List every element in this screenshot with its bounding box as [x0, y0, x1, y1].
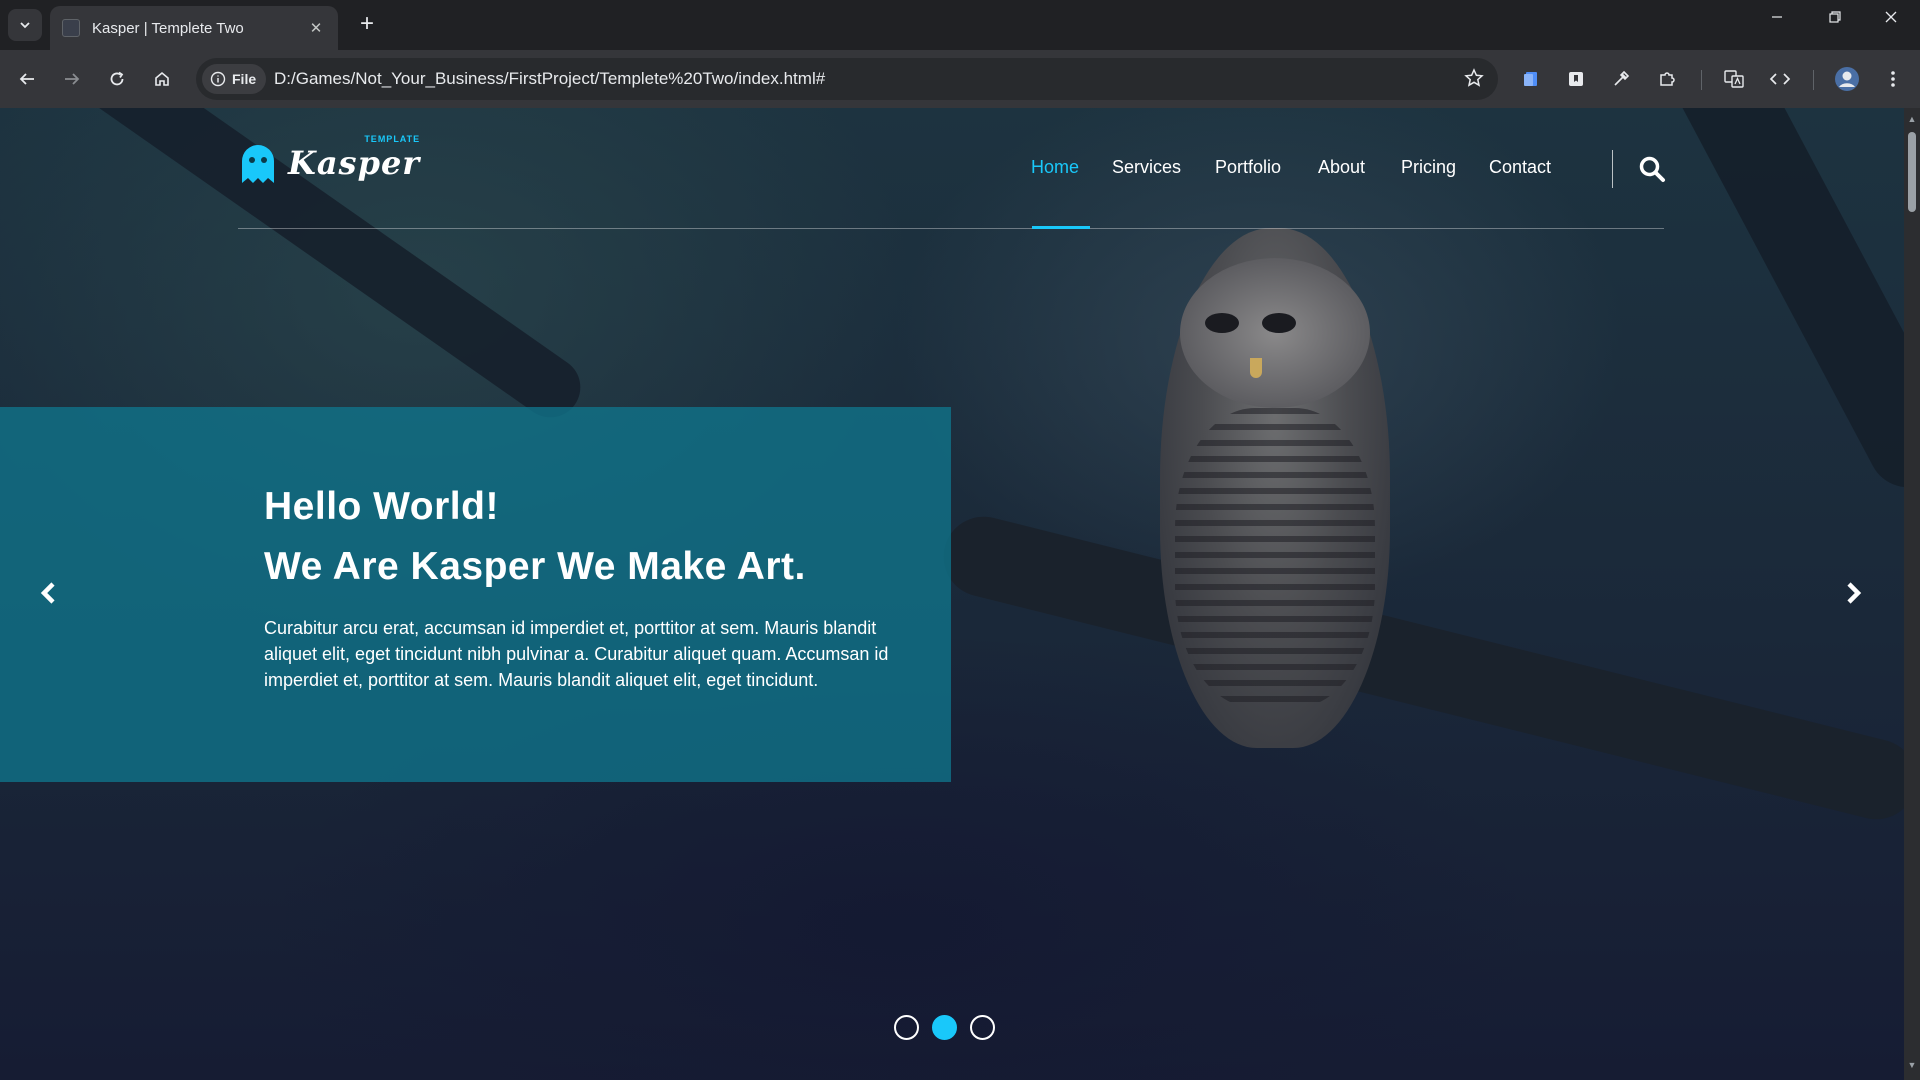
nav-home[interactable]: Home — [1031, 157, 1079, 178]
site-chip-label: File — [232, 71, 257, 87]
reload-button[interactable] — [100, 62, 134, 96]
eyedropper-icon — [1614, 70, 1630, 86]
scroll-down-arrow[interactable]: ▼ — [1907, 1060, 1917, 1070]
profile-button[interactable] — [1834, 66, 1860, 92]
bookmark-icon — [1569, 72, 1583, 86]
browser-toolbar: File D:/Games/Not_Your_Business/FirstPro… — [0, 50, 1920, 108]
window-close-button[interactable] — [1866, 10, 1916, 40]
window-minimize-button[interactable] — [1752, 10, 1802, 40]
owl-beak — [1250, 358, 1262, 378]
new-tab-button[interactable]: + — [352, 10, 382, 40]
active-nav-indicator — [1032, 226, 1090, 229]
extension-reader-button[interactable] — [1563, 66, 1589, 92]
owl-eye — [1205, 313, 1239, 333]
tab-search-button[interactable] — [8, 9, 42, 41]
owl-face — [1180, 258, 1370, 408]
favicon-icon — [62, 19, 80, 37]
slider-prev-button[interactable] — [34, 578, 64, 608]
owl-eye — [1262, 313, 1296, 333]
slider-next-button[interactable] — [1838, 578, 1868, 608]
star-icon — [1464, 68, 1484, 87]
document-icon — [1524, 72, 1537, 86]
nav-contact[interactable]: Contact — [1489, 157, 1551, 178]
extension-eyedropper-button[interactable] — [1608, 66, 1634, 92]
tab-title: Kasper | Templete Two — [92, 19, 244, 37]
slide-heading-line-2: We Are Kasper We Make Art. — [264, 545, 806, 588]
nav-about[interactable]: About — [1318, 157, 1365, 178]
scrollbar-thumb[interactable] — [1908, 132, 1916, 212]
close-icon — [1885, 11, 1897, 23]
address-bar[interactable]: File D:/Games/Not_Your_Business/FirstPro… — [196, 58, 1498, 100]
info-icon — [210, 71, 226, 87]
slide-heading: Hello World! We Are Kasper We Make Art. — [264, 477, 806, 597]
search-icon — [1639, 156, 1665, 182]
chevron-right-icon — [1847, 582, 1862, 604]
slide-heading-line-1: Hello World! — [264, 485, 499, 528]
browser-tab[interactable]: Kasper | Templete Two ✕ — [50, 6, 338, 50]
slider-bullets — [894, 1015, 995, 1040]
slide-description: Curabitur arcu erat, accumsan id imperdi… — [264, 618, 889, 690]
bookmark-star-button[interactable] — [1464, 68, 1484, 93]
browser-tab-bar: Kasper | Templete Two ✕ + — [0, 0, 1920, 50]
nav-portfolio[interactable]: Portfolio — [1215, 157, 1281, 178]
puzzle-icon — [1660, 72, 1675, 86]
window-restore-button[interactable] — [1810, 10, 1860, 40]
arrow-left-icon — [19, 73, 34, 85]
search-button[interactable] — [1638, 155, 1666, 183]
extension-docs-button[interactable] — [1518, 66, 1544, 92]
restore-icon — [1829, 11, 1841, 23]
nav-pricing[interactable]: Pricing — [1401, 157, 1456, 178]
toolbar-separator — [1813, 70, 1814, 90]
arrow-right-icon — [65, 73, 80, 85]
site-info-chip[interactable]: File — [202, 64, 267, 94]
slider-bullet-active[interactable] — [932, 1015, 957, 1040]
slider-bullet[interactable] — [894, 1015, 919, 1040]
site-header: Kasper TEMPLATE Home Services Portfolio … — [238, 108, 1666, 229]
minimize-icon — [1772, 16, 1782, 18]
menu-button[interactable] — [1880, 66, 1906, 92]
translate-button[interactable] — [1721, 66, 1747, 92]
close-tab-icon[interactable]: ✕ — [306, 19, 326, 37]
forward-button[interactable] — [55, 62, 89, 96]
back-button[interactable] — [10, 62, 44, 96]
page-viewport: Kasper TEMPLATE Home Services Portfolio … — [0, 108, 1904, 1080]
translate-icon — [1724, 70, 1744, 88]
slider-bullet[interactable] — [970, 1015, 995, 1040]
nav-separator — [1612, 150, 1613, 188]
chevron-left-icon — [40, 582, 55, 604]
devtools-button[interactable] — [1767, 66, 1793, 92]
owl-feathers — [1175, 408, 1375, 708]
toolbar-separator — [1701, 70, 1702, 90]
more-vert-icon — [1891, 71, 1895, 87]
reload-icon — [110, 71, 124, 86]
slide-content-box: Hello World! We Are Kasper We Make Art. … — [0, 407, 951, 782]
avatar-icon — [1835, 67, 1859, 91]
chevron-down-icon — [20, 22, 30, 29]
page-scrollbar[interactable]: ▲ ▼ — [1904, 108, 1920, 1080]
code-icon — [1769, 73, 1791, 85]
home-button[interactable] — [145, 62, 179, 96]
extensions-button[interactable] — [1654, 66, 1680, 92]
home-icon — [155, 71, 169, 86]
url-text[interactable]: D:/Games/Not_Your_Business/FirstProject/… — [274, 69, 825, 89]
main-nav: Home Services Portfolio About Pricing Co… — [238, 108, 1666, 229]
nav-services[interactable]: Services — [1112, 157, 1181, 178]
scroll-up-arrow[interactable]: ▲ — [1907, 114, 1917, 124]
